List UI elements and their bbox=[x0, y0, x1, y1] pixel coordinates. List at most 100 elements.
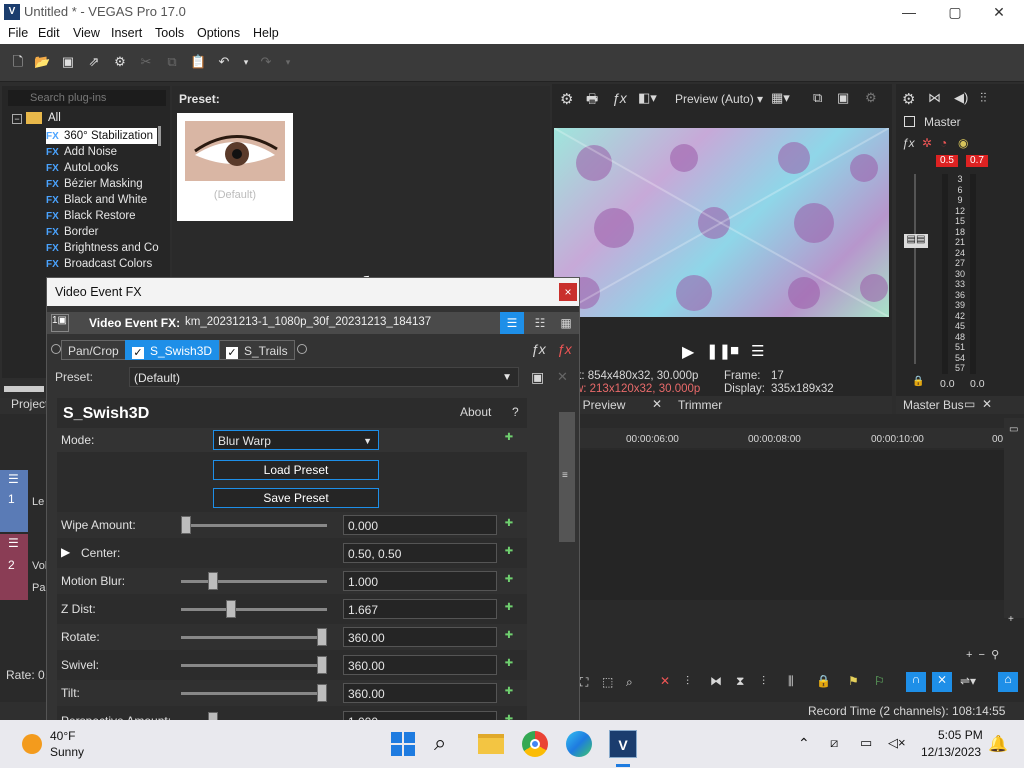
tree-scrollbar[interactable] bbox=[158, 126, 161, 146]
search-taskbar-icon[interactable]: ⌕ bbox=[434, 730, 446, 756]
weather-condition[interactable]: Sunny bbox=[50, 745, 84, 759]
mixer-icon[interactable]: ⫶⫶ bbox=[980, 90, 987, 106]
master-lock-icon[interactable]: ◉ bbox=[958, 136, 968, 150]
menu-tools[interactable]: Tools bbox=[155, 26, 184, 40]
about-link[interactable]: About bbox=[460, 405, 491, 419]
menu-help[interactable]: Help bbox=[253, 26, 279, 40]
preview-device-icon[interactable]: 🖶 bbox=[586, 90, 598, 112]
chip-s-trails[interactable]: ✓ S_Trails bbox=[219, 340, 295, 360]
slider-knob[interactable] bbox=[317, 656, 327, 674]
params-scrollbar[interactable]: ≡ bbox=[559, 412, 575, 542]
fader-lock-icon[interactable]: 🔒 bbox=[912, 376, 924, 387]
redo-dropdown-icon[interactable]: ▾ bbox=[280, 54, 296, 70]
plugin-item[interactable]: FX Bézier Masking bbox=[46, 176, 147, 192]
undo-dropdown-icon[interactable]: ▾ bbox=[238, 54, 254, 70]
remove-fx-icon[interactable]: ƒx bbox=[557, 341, 572, 357]
menu-edit[interactable]: Edit bbox=[38, 26, 60, 40]
param-slider[interactable] bbox=[181, 600, 327, 618]
keyframe-icon[interactable]: ✚ bbox=[503, 518, 515, 530]
track2-header[interactable]: ☰ 2 bbox=[0, 534, 28, 600]
plugin-item[interactable]: FX Broadcast Colors bbox=[46, 256, 156, 272]
start-icon[interactable] bbox=[391, 732, 415, 756]
vegas-taskbar-icon[interactable]: V bbox=[609, 730, 637, 758]
plugin-item[interactable]: FX Black and White bbox=[46, 192, 151, 208]
param-value-input[interactable]: 1.667 bbox=[343, 599, 497, 619]
trim-icon[interactable]: ⧓ bbox=[710, 674, 722, 688]
ripple-edit-icon[interactable]: ⇌▾ bbox=[960, 674, 976, 688]
param-value-input[interactable]: 1.000 bbox=[343, 571, 497, 591]
play-icon[interactable]: ▶ bbox=[682, 342, 694, 362]
split-icon[interactable]: ⧗ bbox=[736, 674, 744, 689]
undo-icon[interactable]: ↶ bbox=[216, 54, 232, 70]
preset-thumbnail[interactable]: (Default) bbox=[177, 113, 293, 221]
slider-knob[interactable] bbox=[181, 516, 191, 534]
track2-menu-icon[interactable]: ☰ bbox=[8, 536, 19, 550]
transport-menu-icon[interactable]: ☰ bbox=[751, 342, 764, 360]
clock-time[interactable]: 5:05 PM bbox=[938, 728, 983, 742]
param-slider[interactable] bbox=[181, 628, 327, 646]
plugin-item[interactable]: FX Brightness and Co bbox=[46, 240, 163, 256]
stop-icon[interactable]: ■ bbox=[730, 342, 739, 359]
param-value-input[interactable]: 0.000 bbox=[343, 515, 497, 535]
trim-start-icon[interactable]: ⫶ bbox=[686, 674, 689, 689]
tree-root-all[interactable]: All bbox=[48, 112, 61, 124]
weather-temp[interactable]: 40°F bbox=[50, 729, 75, 743]
menu-options[interactable]: Options bbox=[197, 26, 240, 40]
save-preset-icon[interactable]: ▣ bbox=[531, 369, 544, 386]
master-fx-icon[interactable]: ƒx bbox=[902, 136, 915, 150]
preview-settings-icon[interactable]: ⚙ bbox=[560, 90, 573, 108]
track-lanes[interactable] bbox=[580, 450, 1004, 600]
pause-icon[interactable]: ❚❚ bbox=[706, 342, 731, 360]
auto-crossfade-icon[interactable]: ⨯ bbox=[932, 672, 952, 692]
plugin-item[interactable]: FX 360° Stabilization bbox=[46, 128, 157, 144]
notification-bell-icon[interactable]: 🔔 bbox=[988, 734, 1008, 754]
lock-envelopes-icon[interactable]: ⌂ bbox=[998, 672, 1018, 692]
menu-view[interactable]: View bbox=[73, 26, 100, 40]
save-icon[interactable]: ▣ bbox=[60, 54, 76, 70]
zoom-track-icon[interactable]: ▭ bbox=[1009, 424, 1018, 435]
preview-fx-icon[interactable]: ƒx bbox=[612, 90, 627, 106]
chip-pan-crop[interactable]: Pan/Crop bbox=[61, 340, 126, 360]
param-slider[interactable] bbox=[181, 684, 327, 702]
tab-scroll-handle[interactable] bbox=[4, 386, 44, 392]
marker-icon[interactable]: ⚑ bbox=[848, 674, 859, 688]
mode-select[interactable]: Blur Warp ▼ bbox=[213, 430, 379, 450]
menu-file[interactable]: File bbox=[8, 26, 28, 40]
plugin-item[interactable]: FX AutoLooks bbox=[46, 160, 122, 176]
weather-sun-icon[interactable] bbox=[22, 734, 42, 754]
help-link[interactable]: ? bbox=[512, 405, 519, 419]
keyframe-icon[interactable]: ✚ bbox=[503, 658, 515, 670]
preview-quality-dropdown[interactable]: Preview (Auto) ▾ bbox=[675, 92, 763, 106]
load-preset-button[interactable]: Load Preset bbox=[213, 460, 379, 480]
close-window-button[interactable]: ✕ bbox=[976, 0, 1022, 24]
plugin-search-input[interactable]: Search plug-ins bbox=[8, 90, 166, 106]
close-master-tab-icon[interactable]: ✕ bbox=[982, 397, 992, 411]
overlays-icon[interactable]: ▦▾ bbox=[771, 90, 790, 106]
plugin-item[interactable]: FX Add Noise bbox=[46, 144, 121, 160]
trim-end-icon[interactable]: ⫶ bbox=[762, 674, 765, 689]
param-value-input[interactable]: 360.00 bbox=[343, 627, 497, 647]
keyframe-icon[interactable]: ✚ bbox=[503, 602, 515, 614]
select-tool-icon[interactable]: ⛶ bbox=[580, 675, 588, 690]
new-icon[interactable]: 🗋 bbox=[10, 54, 26, 70]
maximize-button[interactable]: ▢ bbox=[932, 0, 978, 24]
delete-preset-icon[interactable]: ✕ bbox=[557, 369, 568, 385]
render-icon[interactable]: ⇗ bbox=[86, 54, 102, 70]
open-icon[interactable]: 📂 bbox=[34, 54, 50, 70]
chip-s-swish3d[interactable]: ✓ S_Swish3D bbox=[125, 340, 220, 360]
display-icon[interactable]: ▭ bbox=[860, 735, 872, 751]
zoom-controls[interactable]: + − ⚲ bbox=[966, 648, 999, 661]
master-mute-icon[interactable]: ⋈ bbox=[928, 90, 941, 106]
close-preview-tab-icon[interactable]: ✕ bbox=[652, 397, 662, 411]
track1-header[interactable]: ☰ 1 bbox=[0, 470, 28, 532]
network-icon[interactable]: ⧄ bbox=[830, 735, 838, 751]
plugin-item[interactable]: FX Black Restore bbox=[46, 208, 140, 224]
list-view-icon[interactable]: ☰ bbox=[500, 312, 524, 334]
add-fx-icon[interactable]: ƒx bbox=[531, 341, 546, 357]
chrome-icon[interactable] bbox=[522, 731, 548, 757]
add-track-icon[interactable]: + bbox=[1008, 614, 1014, 625]
param-value-input[interactable]: 360.00 bbox=[343, 683, 497, 703]
snap-icon[interactable]: ∩ bbox=[906, 672, 926, 692]
slider-knob[interactable] bbox=[317, 684, 327, 702]
save-snapshot-icon[interactable]: ▣ bbox=[837, 90, 849, 106]
